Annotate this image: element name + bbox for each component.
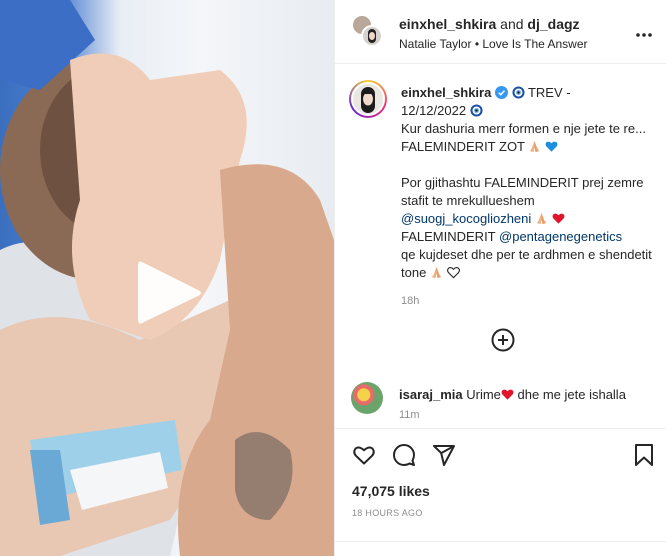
evil-eye-icon <box>512 86 525 99</box>
evil-eye-icon <box>470 104 483 117</box>
caption-text: Por gjithashtu FALEMINDERIT prej zemre s… <box>401 175 644 208</box>
username-link[interactable]: isaraj_mia <box>399 387 463 402</box>
heart-icon <box>501 389 514 400</box>
heart-icon <box>353 446 375 465</box>
heart-icon <box>545 141 558 152</box>
header-usernames: einxhel_shkira and dj_dagz <box>399 16 580 32</box>
avatar[interactable] <box>361 25 383 47</box>
and-text: and <box>500 16 524 32</box>
mention-link[interactable]: @suogj_kocogliozheni <box>401 211 531 226</box>
more-options-button[interactable] <box>635 22 653 43</box>
verified-icon <box>494 86 508 99</box>
caption-text: 12/12/2022 <box>401 103 467 118</box>
heart-icon <box>446 267 460 279</box>
post-date[interactable]: 18 HOURS AGO <box>352 508 423 518</box>
avatar[interactable] <box>351 382 383 414</box>
add-comment-divider <box>335 541 666 556</box>
post-panel: einxhel_shkira and dj_dagz Natalie Taylo… <box>334 0 666 556</box>
praying-hands-icon <box>530 140 540 153</box>
caption-text: Kur dashuria merr formen e nje jete te r… <box>401 121 646 154</box>
heart-icon <box>552 213 564 224</box>
share-button[interactable] <box>432 443 456 467</box>
comment-text: Urime <box>466 387 501 402</box>
praying-hands-icon <box>431 266 442 279</box>
comment-text: dhe me jete ishalla <box>517 387 626 402</box>
comment-icon <box>393 444 415 466</box>
mention-link[interactable]: @pentagenegenetics <box>499 229 622 244</box>
comment: isaraj_mia Urime dhe me jete ishalla <box>399 386 626 404</box>
username-link[interactable]: dj_dagz <box>527 16 579 32</box>
share-icon <box>433 445 455 466</box>
post-header: einxhel_shkira and dj_dagz Natalie Taylo… <box>335 0 666 64</box>
save-button[interactable] <box>632 443 656 467</box>
username-link[interactable]: einxhel_shkira <box>399 16 496 32</box>
comment-time[interactable]: 11m <box>399 409 420 421</box>
play-button[interactable] <box>136 258 204 328</box>
audio-link[interactable]: Natalie Taylor • Love Is The Answer <box>399 37 588 51</box>
bookmark-icon <box>635 444 653 466</box>
play-icon <box>138 261 201 324</box>
caption-time[interactable]: 18h <box>401 292 659 310</box>
plus-circle-icon <box>491 328 515 352</box>
username-link[interactable]: einxhel_shkira <box>401 85 491 100</box>
avatar[interactable] <box>349 80 387 118</box>
post-caption: einxhel_shkira TREV - 12/12/2022 Kur das… <box>401 84 659 310</box>
likes-count[interactable]: 47,075 likes <box>352 483 430 499</box>
praying-hands-icon <box>536 212 547 225</box>
caption-text: FALEMINDERIT <box>401 229 496 244</box>
caption-text: TREV - <box>524 85 571 100</box>
more-icon <box>636 33 652 37</box>
action-bar: 47,075 likes 18 HOURS AGO <box>335 428 666 556</box>
load-more-comments-button[interactable] <box>491 328 515 352</box>
post-video[interactable] <box>0 0 334 556</box>
comment-button[interactable] <box>392 443 416 467</box>
like-button[interactable] <box>352 443 376 467</box>
